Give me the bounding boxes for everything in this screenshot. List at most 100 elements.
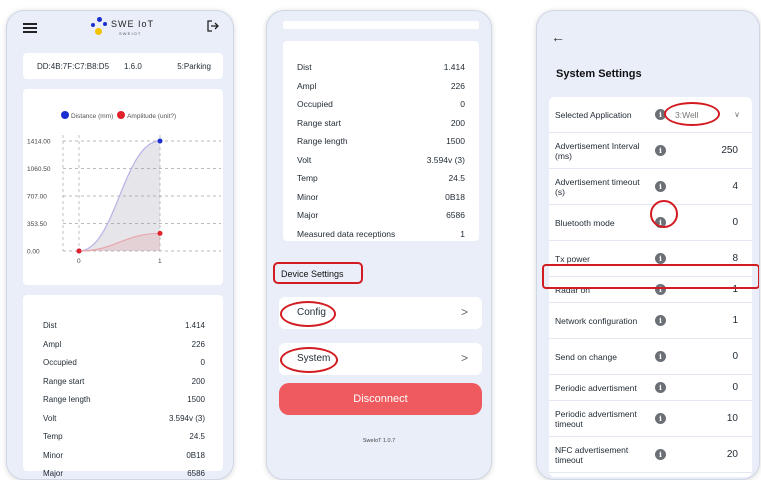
item-label: Major [43,469,64,478]
highlight-annotation [542,264,759,289]
setting-value[interactable]: 1 [732,315,738,326]
settings-row[interactable]: Advertisement timeout (s) i 4 [549,169,752,205]
setting-label: Bluetooth mode [555,218,615,228]
item-label: Volt [297,154,312,165]
setting-value[interactable]: 4 [732,181,738,192]
item-value: 24.5 [189,432,205,441]
item-value: 1.414 [184,321,205,330]
disconnect-button[interactable]: Disconnect [279,383,482,415]
menu-icon[interactable] [23,23,37,33]
info-icon[interactable]: i [655,181,666,192]
item-value: 0B18 [186,450,205,460]
y-tick-label: 353.50 [27,221,47,228]
item-value: 200 [191,376,205,386]
setting-value[interactable]: 250 [721,145,738,156]
setting-label: Selected Application [555,110,632,120]
item-value: 6586 [187,469,205,478]
x-tick-label: 0 [77,258,81,265]
info-icon[interactable]: i [655,382,666,393]
item-value: 6586 [446,210,465,220]
item-label: Volt [43,413,57,423]
setting-label: Send on change [555,352,617,362]
item-label: Range length [43,395,91,404]
settings-row[interactable]: Advertisement Interval (ms) i 250 [549,133,752,169]
setting-label: NFC advertisement timeout [555,445,629,465]
setting-label: Tx power [555,254,590,264]
chart-plot: 0.00 353.50 707.00 1060.50 1414.00 0 1 [27,135,221,265]
setting-label: Periodic advertisment timeout [555,409,637,429]
highlight-annotation [650,200,678,228]
item-label: Minor [297,191,319,202]
item-label: Temp [297,173,318,183]
setting-value[interactable]: 0 [732,351,738,362]
item-label: Occupied [297,99,333,109]
logo: SWE IoT S W E I O T [91,15,161,41]
setting-value[interactable]: 20 [727,449,738,460]
setting-value[interactable]: 0 [732,217,738,228]
highlight-annotation [280,347,338,373]
measurements-list: Dist 1.414 Ampl 226 Occupied 0 Range start 200 R… [23,295,223,478]
chevron-right-icon: > [460,351,468,365]
item-label: Dist [297,62,312,72]
mode-label: 5:Parking [177,62,211,71]
setting-value[interactable]: 10 [727,413,738,424]
data-point [76,248,82,254]
setting-label: Network configuration [555,316,638,326]
x-tick-label: 1 [158,258,162,265]
item-label: Range start [43,376,85,386]
settings-row[interactable]: Periodic advertisment timeout i 10 [549,401,752,437]
top-strip [283,21,479,29]
data-point [157,138,163,144]
item-value: 226 [450,80,465,91]
item-label: Range start [297,117,341,128]
settings-row[interactable]: NFC advertisement timeout i 20 [549,437,752,473]
info-icon[interactable]: i [655,449,666,460]
chevron-right-icon: > [460,305,468,319]
logo-subtext: S W E I O T [119,31,141,36]
item-label: Ampl [297,80,317,91]
item-value: 24.5 [448,173,465,183]
page-title: System Settings [556,68,642,80]
app-version: SweIoT 1.0.7 [362,438,396,444]
back-arrow-icon[interactable]: ← [551,29,565,45]
settings-row[interactable]: Selected Application i 3:Well ∨ [549,97,752,133]
y-tick-label: 1414.00 [27,139,51,146]
top-bar: SWE IoT S W E I O T [7,11,233,41]
info-icon[interactable]: i [655,413,666,424]
setting-value[interactable]: 0 [732,382,738,393]
settings-row[interactable]: Network configuration i 1 [549,303,752,339]
item-label: Dist [43,321,57,330]
highlight-annotation [280,301,336,327]
settings-row[interactable]: Send on change i 0 [549,339,752,375]
item-label: Minor [43,450,64,460]
logo-text: SWE IoT [111,19,155,29]
info-icon[interactable]: i [655,145,666,156]
logo-dots-icon [91,17,109,37]
item-label: Temp [43,432,63,441]
setting-label: Periodic advertisment [555,383,637,393]
info-icon[interactable]: i [655,253,666,264]
device-screen: Dist 1.414 Ampl 226 Occupied 0 Range start 200 R… [266,10,492,480]
info-icon[interactable]: i [655,351,666,362]
setting-label: Advertisement timeout (s) [555,177,640,197]
y-tick-label: 1060.50 [27,166,51,173]
settings-row[interactable]: Periodic advertisment i 0 [549,375,752,401]
item-label: Major [297,210,319,220]
setting-value[interactable]: 8 [732,253,738,264]
item-value: 3.594v (3) [168,413,205,423]
item-label: Range length [297,136,348,146]
item-value: 1500 [446,136,465,146]
info-icon[interactable]: i [655,315,666,326]
item-value: 200 [450,117,465,128]
highlight-annotation [273,262,363,284]
item-value: 1 [460,228,465,239]
item-value: 0 [460,99,465,109]
firmware-version: 1.6.0 [124,62,142,71]
chevron-down-icon[interactable]: ∨ [734,110,740,119]
item-label: Ampl [43,339,62,349]
system-settings-screen: ← System Settings Selected Application i 3… [536,10,760,480]
item-value: 1.414 [443,62,465,72]
item-value: 1500 [187,395,205,404]
logout-icon[interactable] [207,20,219,35]
item-value: 226 [191,339,205,349]
